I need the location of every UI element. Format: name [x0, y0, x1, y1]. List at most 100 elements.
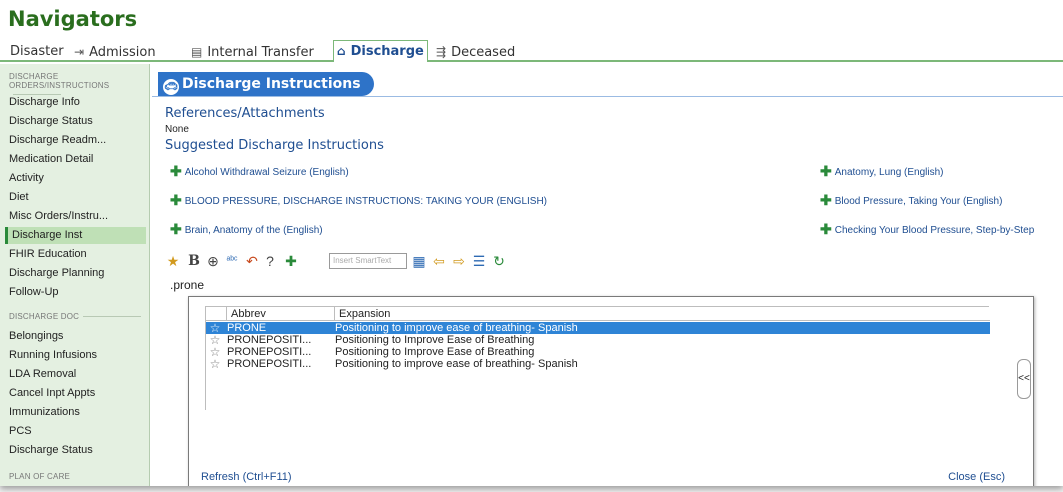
collapse-button[interactable]: <<	[1017, 359, 1031, 399]
instruction-item[interactable]: ✚ Alcohol Withdrawal Seizure (English)	[170, 163, 349, 180]
divider	[83, 316, 142, 318]
instruction-label: Checking Your Blood Pressure, Step-by-St…	[834, 225, 1035, 236]
sidebar-section-header-discharge-doc: Discharge Doc	[9, 312, 80, 321]
sidebar-item-activity[interactable]: Activity	[9, 170, 147, 187]
list-item[interactable]: ☆ PRONE Positioning to improve ease of b…	[206, 322, 990, 334]
sidebar-item-pcs[interactable]: PCS	[9, 423, 147, 440]
sidebar-item-follow-up[interactable]: Follow-Up	[9, 284, 147, 301]
abbrev-cell: PRONE	[227, 322, 267, 334]
sidebar: Discharge Orders/Instructions Discharge …	[0, 64, 150, 486]
sidebar-item-diet[interactable]: Diet	[9, 189, 147, 206]
list-icon[interactable]: ☰	[471, 253, 487, 269]
add-icon: ✚	[820, 221, 832, 237]
sidebar-item-lda-removal[interactable]: LDA Removal	[9, 366, 147, 383]
page-title: Navigators	[8, 7, 138, 31]
tab-internal-transfer[interactable]: ▤ Internal Transfer	[191, 42, 314, 62]
instruction-item[interactable]: ✚ Brain, Anatomy of the (English)	[170, 221, 323, 238]
instruction-item[interactable]: ✚ Anatomy, Lung (English)	[820, 163, 944, 180]
tab-discharge[interactable]: ⌂ Discharge	[333, 40, 428, 62]
add-icon: ✚	[170, 221, 182, 237]
tab-deceased[interactable]: ⇶ Deceased	[436, 42, 515, 62]
tab-disaster[interactable]: Disaster	[10, 42, 64, 62]
close-link[interactable]: Close (Esc)	[948, 471, 1005, 483]
abbrev-cell: PRONEPOSITI...	[227, 346, 312, 358]
sidebar-item-running-infusions[interactable]: Running Infusions	[9, 347, 147, 364]
instruction-label: Blood Pressure, Taking Your (English)	[834, 196, 1003, 207]
sidebar-item-medication-detail[interactable]: Medication Detail	[9, 151, 147, 168]
star-icon[interactable]: ★	[165, 253, 181, 269]
sidebar-item-discharge-readmission[interactable]: Discharge Readm...	[9, 132, 147, 149]
sidebar-section-header-line1: Discharge	[9, 72, 59, 81]
undo-icon[interactable]: ↶	[244, 253, 260, 269]
app-window: Navigators Disaster ⇥ Admission ▤ Internal…	[0, 0, 1063, 486]
sidebar-item-misc-orders[interactable]: Misc Orders/Instru...	[9, 208, 147, 225]
tab-deceased-label: Deceased	[451, 45, 516, 60]
list-item[interactable]: ☆ PRONEPOSITI... Positioning to improve …	[206, 358, 990, 370]
expansion-cell: Positioning to improve ease of breathing…	[335, 322, 578, 334]
main-panel: 🚗︎ Discharge Instructions References/Atta…	[152, 64, 1063, 486]
instruction-label: BLOOD PRESSURE, DISCHARGE INSTRUCTIONS: …	[184, 196, 548, 207]
abbrev-cell: PRONEPOSITI...	[227, 358, 312, 370]
editor-toolbar: ★ B ⊕ ᵃᵇᶜ ↶ ? ✚ Insert SmartText ▦ ⇦ ⇨ ☰…	[165, 252, 1045, 272]
car-icon: 🚗︎	[163, 79, 179, 95]
instruction-label: Alcohol Withdrawal Seizure (English)	[184, 167, 349, 178]
tab-admission[interactable]: ⇥ Admission	[74, 42, 156, 62]
list-item[interactable]: ☆ PRONEPOSITI... Positioning to Improve …	[206, 346, 990, 358]
instruction-item[interactable]: ✚ Blood Pressure, Taking Your (English)	[820, 192, 1002, 209]
tab-disaster-label: Disaster	[10, 44, 64, 59]
expansion-cell: Positioning to Improve Ease of Breathing	[335, 346, 535, 358]
sidebar-item-discharge-status-2[interactable]: Discharge Status	[9, 442, 147, 459]
add-icon: ✚	[820, 192, 832, 208]
suggested-heading: Suggested Discharge Instructions	[165, 138, 384, 153]
add-icon: ✚	[170, 163, 182, 179]
instruction-label: Brain, Anatomy of the (English)	[184, 225, 323, 236]
smarttext-picker: Abbrev Expansion ☆ PRONE Positioning to …	[188, 296, 1034, 486]
sidebar-item-discharge-inst[interactable]: Discharge Inst	[5, 227, 146, 244]
refresh-icon[interactable]: ↻	[491, 253, 507, 269]
document-icon: ▤	[191, 45, 203, 59]
arrow-right-icon[interactable]: ⇨	[451, 253, 467, 269]
navigator-tab-bar: Disaster ⇥ Admission ▤ Internal Transfer ⌂…	[0, 38, 1063, 62]
tab-admission-label: Admission	[89, 45, 156, 60]
spellcheck-icon[interactable]: ᵃᵇᶜ	[223, 253, 241, 269]
abbreviation-list: Abbrev Expansion ☆ PRONE Positioning to …	[205, 306, 990, 410]
sidebar-item-discharge-status[interactable]: Discharge Status	[9, 113, 147, 130]
abbrev-cell: PRONEPOSITI...	[227, 334, 312, 346]
tab-discharge-label: Discharge	[350, 44, 424, 59]
sidebar-item-cancel-inpt-appts[interactable]: Cancel Inpt Appts	[9, 385, 147, 402]
bold-icon[interactable]: B	[187, 253, 201, 269]
smarttext-input[interactable]: Insert SmartText	[329, 253, 407, 269]
sidebar-section-header-plan-of-care: Plan of Care	[9, 472, 71, 481]
divider	[152, 96, 1063, 97]
star-icon[interactable]: ☆	[208, 358, 222, 370]
references-heading[interactable]: References/Attachments	[165, 106, 325, 121]
table-icon[interactable]: ▦	[411, 253, 427, 269]
sidebar-item-belongings[interactable]: Belongings	[9, 328, 147, 345]
section-header: 🚗︎ Discharge Instructions	[158, 72, 374, 96]
sidebar-item-discharge-info[interactable]: Discharge Info	[9, 94, 147, 111]
instruction-item[interactable]: ✚ BLOOD PRESSURE, DISCHARGE INSTRUCTIONS:…	[170, 192, 547, 209]
find-icon[interactable]: ⊕	[205, 253, 221, 269]
sidebar-item-fhir-education[interactable]: FHIR Education	[9, 246, 147, 263]
help-icon[interactable]: ?	[262, 253, 278, 269]
add-icon[interactable]: ✚	[283, 253, 299, 269]
refresh-link[interactable]: Refresh (Ctrl+F11)	[201, 471, 292, 483]
arrow-left-icon[interactable]: ⇦	[431, 253, 447, 269]
deceased-icon: ⇶	[436, 45, 447, 59]
list-item[interactable]: ☆ PRONEPOSITI... Positioning to Improve …	[206, 334, 990, 346]
section-title: Discharge Instructions	[182, 76, 361, 92]
sidebar-section-header: Plan of Care	[9, 472, 70, 481]
column-header-expansion[interactable]: Expansion	[334, 307, 990, 321]
sidebar-item-immunizations[interactable]: Immunizations	[9, 404, 147, 421]
instruction-item[interactable]: ✚ Checking Your Blood Pressure, Step-by-S…	[820, 221, 1034, 238]
instruction-label: Anatomy, Lung (English)	[834, 167, 944, 178]
editor-text[interactable]: .prone	[170, 278, 204, 292]
column-header-abbrev[interactable]: Abbrev	[226, 307, 334, 321]
list-header: Abbrev Expansion	[206, 307, 990, 321]
add-icon: ✚	[820, 163, 832, 179]
sidebar-section-header: Discharge Doc	[9, 312, 142, 321]
sidebar-section-header-line2: Orders/Instructions	[9, 81, 110, 90]
sidebar-item-discharge-planning[interactable]: Discharge Planning	[9, 265, 147, 282]
home-icon: ⌂	[337, 44, 346, 58]
expansion-cell: Positioning to improve ease of breathing…	[335, 358, 578, 370]
